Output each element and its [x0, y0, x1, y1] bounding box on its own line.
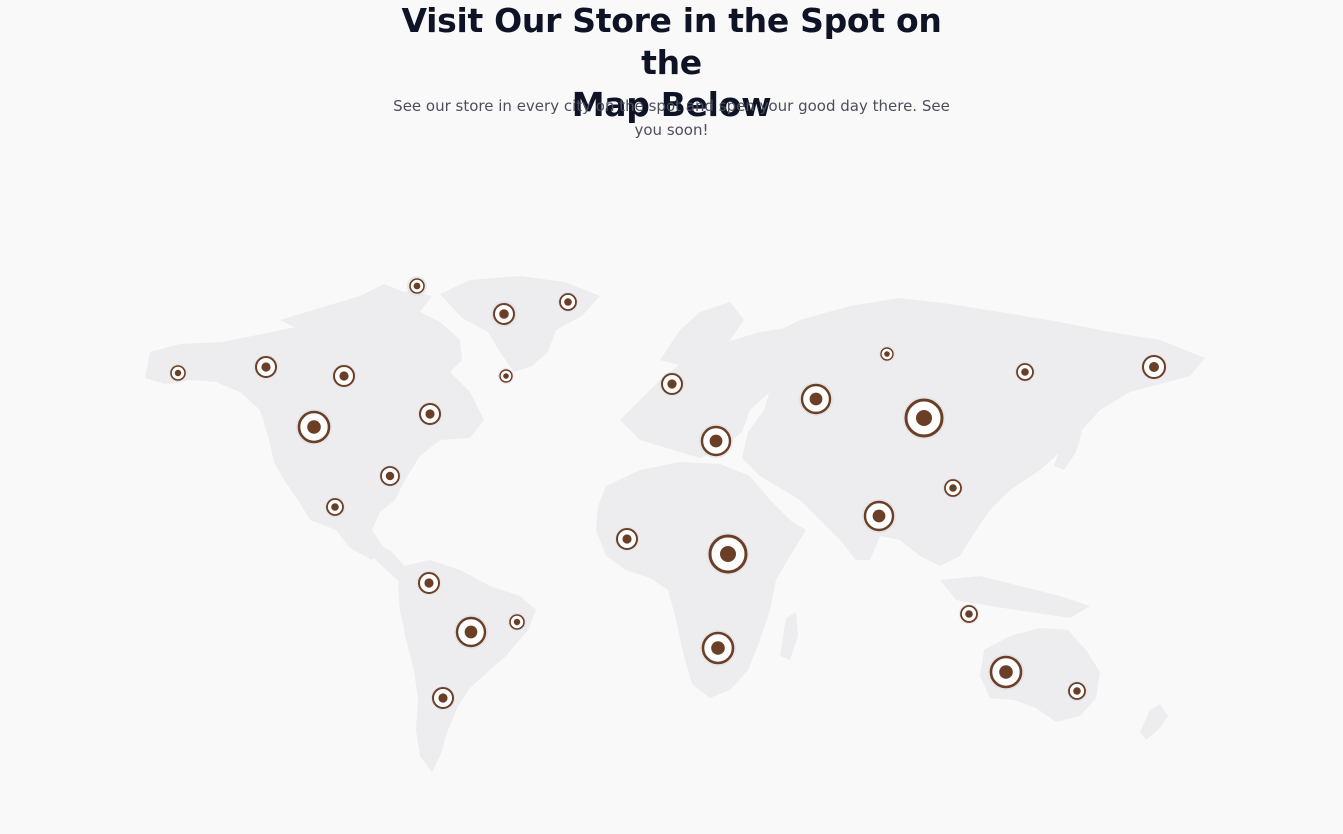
- store-location-pin-icon[interactable]: [508, 613, 526, 631]
- asia-shape: [742, 298, 1205, 566]
- store-location-pin-icon[interactable]: [1141, 354, 1167, 380]
- greenland-shape: [440, 276, 600, 372]
- store-location-pin-icon[interactable]: [615, 527, 639, 551]
- store-location-pin-icon[interactable]: [431, 686, 455, 710]
- store-location-pin-icon[interactable]: [491, 301, 517, 327]
- store-map-section: Visit Our Store in the Spot on the Map B…: [0, 0, 1343, 834]
- store-location-pin-icon[interactable]: [799, 382, 833, 416]
- store-location-pin-icon[interactable]: [707, 533, 749, 575]
- store-location-pin-icon[interactable]: [296, 409, 332, 445]
- store-location-pin-icon[interactable]: [325, 497, 345, 517]
- store-location-pin-icon[interactable]: [558, 292, 578, 312]
- store-location-pin-icon[interactable]: [379, 465, 401, 487]
- store-location-pin-icon[interactable]: [417, 571, 441, 595]
- store-location-pin-icon[interactable]: [699, 424, 733, 458]
- store-location-pin-icon[interactable]: [879, 346, 895, 362]
- store-location-pin-icon[interactable]: [407, 276, 427, 296]
- madagascar-shape: [780, 612, 798, 660]
- store-location-pin-icon[interactable]: [498, 368, 514, 384]
- store-location-pin-icon[interactable]: [943, 478, 963, 498]
- store-location-pin-icon[interactable]: [1067, 681, 1087, 701]
- store-location-pin-icon[interactable]: [332, 364, 356, 388]
- africa-shape: [596, 462, 806, 698]
- store-location-pin-icon[interactable]: [454, 615, 488, 649]
- world-map-landmass: [145, 276, 1205, 772]
- world-map: [145, 276, 1205, 772]
- store-location-pin-icon[interactable]: [862, 499, 896, 533]
- store-location-pin-icon[interactable]: [1015, 362, 1035, 382]
- south-america-shape: [398, 560, 536, 772]
- store-location-pin-icon[interactable]: [254, 355, 278, 379]
- new-zealand-shape: [1140, 704, 1168, 740]
- store-location-pin-icon[interactable]: [169, 364, 187, 382]
- store-location-pin-icon[interactable]: [660, 372, 684, 396]
- store-location-pin-icon[interactable]: [959, 604, 979, 624]
- store-location-pin-icon[interactable]: [903, 397, 945, 439]
- store-location-pin-icon[interactable]: [418, 402, 442, 426]
- store-location-pin-icon[interactable]: [988, 654, 1024, 690]
- store-location-pin-icon[interactable]: [700, 630, 736, 666]
